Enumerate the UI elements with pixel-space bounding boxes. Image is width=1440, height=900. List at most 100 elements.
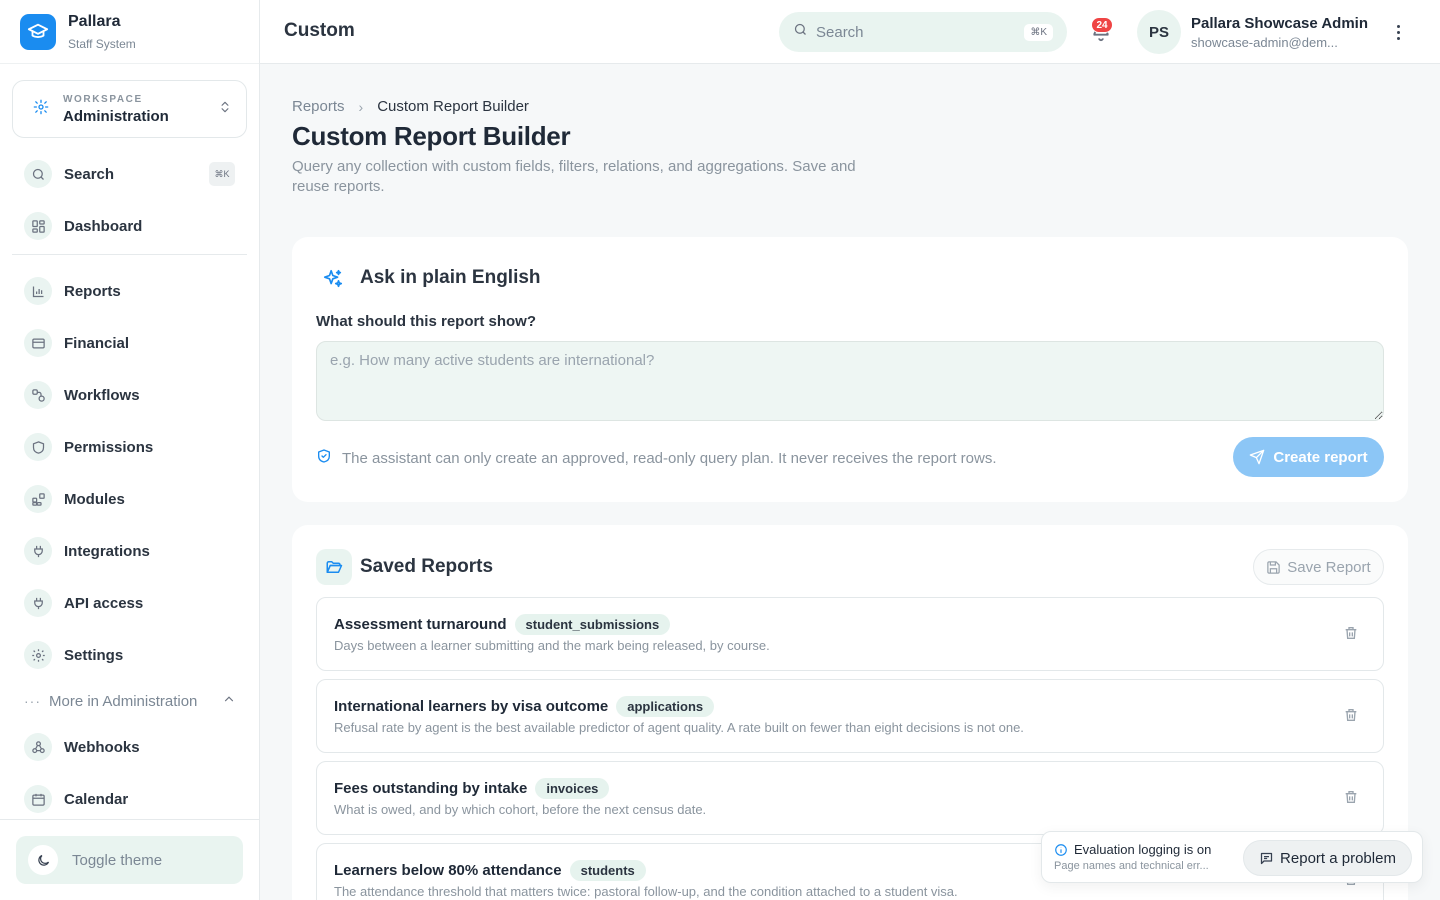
ellipsis-icon: ··· xyxy=(24,693,41,709)
sidebar-item-label: Workflows xyxy=(64,386,140,404)
workspace-value: Administration xyxy=(63,107,169,125)
report-problem-button[interactable]: Report a problem xyxy=(1243,840,1412,876)
shield-check-icon xyxy=(316,448,332,468)
create-report-label: Create report xyxy=(1273,448,1368,466)
sidebar-item-search[interactable]: Search ⌘K xyxy=(12,152,247,196)
modules-icon xyxy=(24,485,52,513)
sidebar-item-label: Dashboard xyxy=(64,217,143,235)
breadcrumb-current: Custom Report Builder xyxy=(377,98,529,115)
webhook-icon xyxy=(24,733,52,761)
sidebar-item-workflows[interactable]: Workflows xyxy=(12,373,247,417)
send-icon xyxy=(1250,449,1265,465)
dashboard-icon xyxy=(24,212,52,240)
brand[interactable]: Pallara Staff System xyxy=(0,0,259,64)
avatar[interactable]: PS xyxy=(1137,10,1181,54)
bar-chart-icon xyxy=(24,277,52,305)
sidebar-item-calendar[interactable]: Calendar xyxy=(12,777,247,821)
ask-card: Ask in plain English What should this re… xyxy=(292,237,1408,502)
trash-icon[interactable] xyxy=(1343,707,1359,728)
workflow-icon xyxy=(24,381,52,409)
page-description: Query any collection with custom fields,… xyxy=(292,158,856,195)
collection-badge: applications xyxy=(616,696,715,717)
report-problem-label: Report a problem xyxy=(1280,849,1396,867)
sidebar-item-settings[interactable]: Settings xyxy=(12,633,247,677)
question-label: What should this report show? xyxy=(316,313,536,330)
sidebar-item-api-access[interactable]: API access xyxy=(12,581,247,625)
save-report-button[interactable]: Save Report xyxy=(1253,549,1384,585)
plug-icon xyxy=(24,589,52,617)
plug-icon xyxy=(24,537,52,565)
report-description: What is owed, and by which cohort, befor… xyxy=(334,802,707,817)
sidebar-item-label: Search xyxy=(64,165,115,183)
chevron-up-icon xyxy=(222,692,236,711)
gear-icon xyxy=(33,99,49,120)
create-report-button[interactable]: Create report xyxy=(1233,437,1384,477)
sparkles-icon xyxy=(322,268,344,295)
sidebar-item-label: API access xyxy=(64,594,144,612)
sidebar-divider xyxy=(12,254,247,255)
toast-subtitle: Page names and technical err... xyxy=(1054,860,1209,872)
trash-icon[interactable] xyxy=(1343,625,1359,646)
sidebar-item-webhooks[interactable]: Webhooks xyxy=(12,725,247,769)
gear-icon xyxy=(24,641,52,669)
toast-title: Evaluation logging is on xyxy=(1074,842,1212,857)
sidebar-item-financial[interactable]: Financial xyxy=(12,321,247,365)
report-name: Fees outstanding by intake xyxy=(334,780,528,797)
report-description: Refusal rate by agent is the best availa… xyxy=(334,720,1024,735)
search-icon xyxy=(793,22,808,42)
graduation-cap-icon xyxy=(20,13,56,50)
ask-title: Ask in plain English xyxy=(360,267,541,288)
message-icon xyxy=(1260,852,1273,864)
sidebar-item-label: Integrations xyxy=(64,542,150,560)
sidebar-item-reports[interactable]: Reports xyxy=(12,269,247,313)
credit-card-icon xyxy=(24,329,52,357)
sidebar-item-dashboard[interactable]: Dashboard xyxy=(12,204,247,248)
collection-badge: student_submissions xyxy=(514,614,671,635)
page-title: Custom Report Builder xyxy=(292,121,571,151)
breadcrumb-reports-link[interactable]: Reports xyxy=(292,98,345,115)
more-options-button[interactable] xyxy=(1388,20,1408,44)
topbar: Custom Search ⌘K 24 PS Pallara Showcase … xyxy=(260,0,1440,64)
search-placeholder: Search xyxy=(816,23,864,41)
sidebar-item-label: Modules xyxy=(64,490,125,508)
shortcut-badge: ⌘K xyxy=(1024,23,1053,41)
shield-icon xyxy=(24,433,52,461)
collection-badge: students xyxy=(569,860,646,881)
sidebar-item-label: Financial xyxy=(64,334,130,352)
sidebar-item-label: Permissions xyxy=(64,438,154,456)
sidebar-item-label: Reports xyxy=(64,282,121,300)
workspace-switcher[interactable]: WORKSPACE Administration xyxy=(12,80,247,138)
search-input[interactable]: Search ⌘K xyxy=(779,12,1067,52)
saved-report-row[interactable]: Fees outstanding by intake invoices What… xyxy=(316,761,1384,835)
save-report-label: Save Report xyxy=(1287,558,1371,576)
sidebar-item-permissions[interactable]: Permissions xyxy=(12,425,247,469)
more-label: More in Administration xyxy=(49,692,198,710)
moon-icon xyxy=(28,845,58,875)
report-name: International learners by visa outcome xyxy=(334,698,609,715)
sidebar-item-integrations[interactable]: Integrations xyxy=(12,529,247,573)
sidebar: Pallara Staff System WORKSPACE Administr… xyxy=(0,0,260,900)
sidebar-item-label: Settings xyxy=(64,646,124,664)
saved-report-row[interactable]: International learners by visa outcome a… xyxy=(316,679,1384,753)
user-name: Pallara Showcase Admin xyxy=(1191,15,1369,32)
saved-report-row[interactable]: Assessment turnaround student_submission… xyxy=(316,597,1384,671)
brand-subtitle: Staff System xyxy=(68,36,136,51)
brand-name: Pallara xyxy=(68,12,121,30)
toggle-theme-label: Toggle theme xyxy=(72,851,163,869)
sidebar-item-label: Webhooks xyxy=(64,738,140,756)
report-description: The attendance threshold that matters tw… xyxy=(334,884,958,899)
save-icon xyxy=(1267,560,1281,574)
sidebar-divider xyxy=(0,819,260,820)
chevron-right-icon: › xyxy=(358,98,364,115)
calendar-icon xyxy=(24,785,52,813)
shortcut-badge: ⌘K xyxy=(209,162,235,186)
question-textarea[interactable] xyxy=(316,341,1384,421)
report-name: Assessment turnaround xyxy=(334,616,507,633)
trash-icon[interactable] xyxy=(1343,789,1359,810)
assistant-note: The assistant can only create an approve… xyxy=(316,448,997,468)
sidebar-item-modules[interactable]: Modules xyxy=(12,477,247,521)
topbar-title: Custom xyxy=(284,20,355,41)
toggle-theme-button[interactable]: Toggle theme xyxy=(16,836,243,884)
more-in-administration-toggle[interactable]: ··· More in Administration xyxy=(24,688,236,714)
folder-open-icon xyxy=(316,549,352,585)
